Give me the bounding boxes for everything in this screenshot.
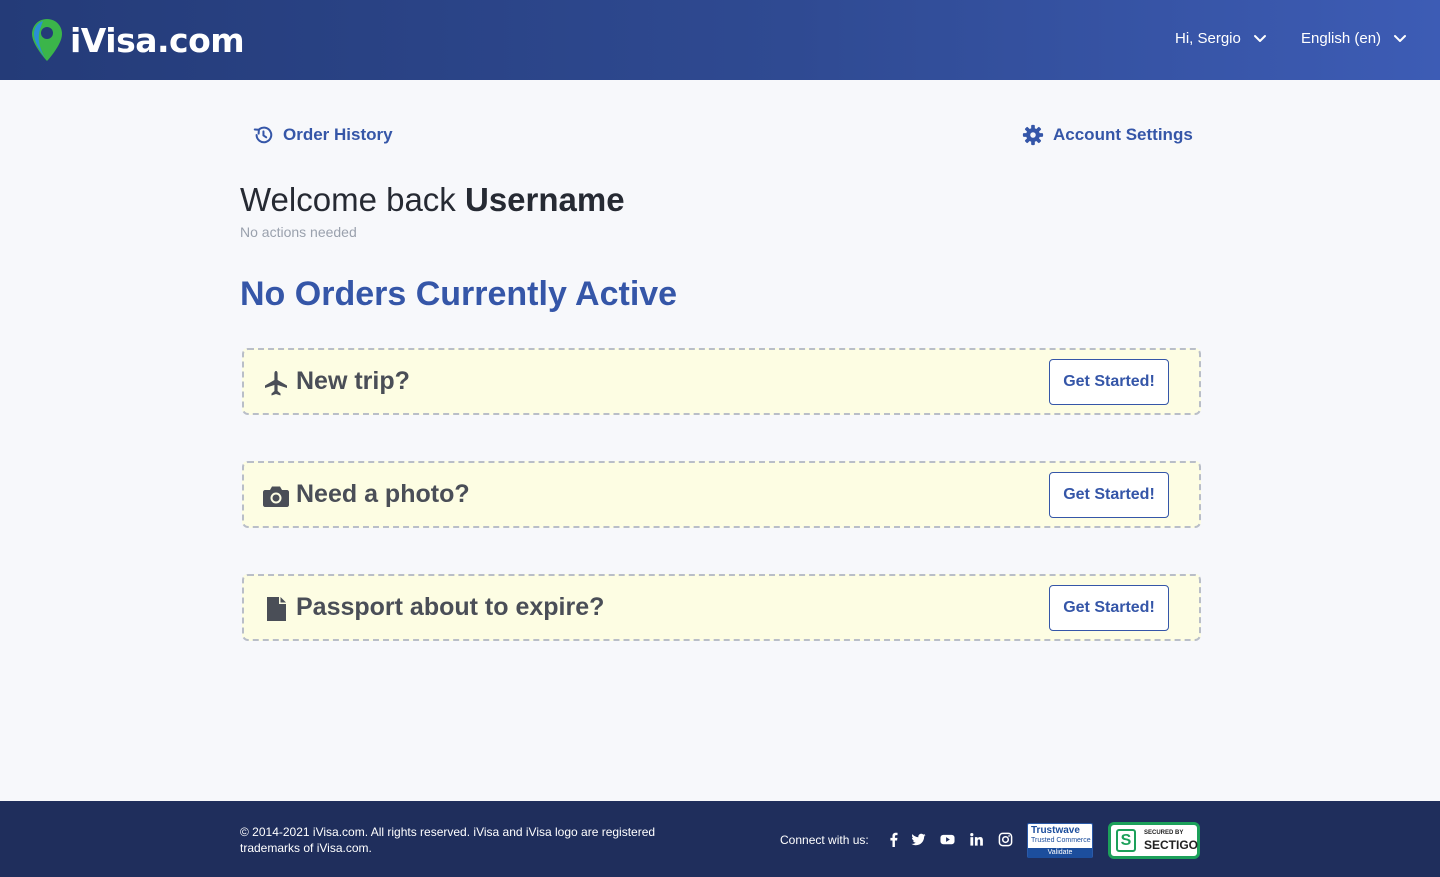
gear-icon <box>1022 124 1044 146</box>
chevron-down-icon <box>1253 34 1266 42</box>
footer: © 2014-2021 iVisa.com. All rights reserv… <box>0 801 1440 877</box>
trustwave-title: Trustwave <box>1031 825 1080 836</box>
youtube-icon[interactable] <box>940 832 955 847</box>
order-history-link[interactable]: Order History <box>252 124 393 146</box>
account-settings-link[interactable]: Account Settings <box>1022 124 1193 146</box>
user-menu[interactable]: Hi, Sergio <box>1175 30 1267 47</box>
card-title: Passport about to expire? <box>296 593 605 621</box>
user-menu-label: Hi, Sergio <box>1175 30 1241 47</box>
document-icon <box>267 597 286 621</box>
top-header: iVisa.com Hi, Sergio English (en) <box>0 0 1440 80</box>
copyright-text: © 2014-2021 iVisa.com. All rights reserv… <box>240 825 656 855</box>
camera-icon <box>263 486 289 507</box>
history-icon <box>253 126 273 144</box>
instagram-icon[interactable] <box>998 832 1013 847</box>
connect-label: Connect with us: <box>780 833 869 847</box>
passport-card: Passport about to expire? Get Started! <box>242 574 1201 641</box>
language-label: English (en) <box>1301 30 1382 47</box>
sectigo-name: SECTIGO <box>1144 838 1199 852</box>
airplane-icon <box>265 371 287 396</box>
welcome-subtext: No actions needed <box>240 224 357 240</box>
get-started-button[interactable]: Get Started! <box>1049 585 1169 631</box>
photo-card: Need a photo? Get Started! <box>242 461 1201 528</box>
account-settings-label: Account Settings <box>1053 125 1193 144</box>
sectigo-logo-icon: S <box>1116 829 1136 852</box>
new-trip-card: New trip? Get Started! <box>242 348 1201 415</box>
get-started-button[interactable]: Get Started! <box>1049 472 1169 518</box>
location-pin-logo-icon <box>32 19 62 61</box>
ivisa-logo[interactable]: iVisa.com <box>30 17 245 63</box>
chevron-down-icon <box>1394 34 1407 42</box>
trustwave-badge[interactable]: Trustwave Trusted Commerce Validate <box>1027 823 1093 858</box>
logo-text: iVisa.com <box>70 20 245 60</box>
welcome-heading: Welcome back Username <box>240 181 625 219</box>
orders-status-title: No Orders Currently Active <box>240 275 678 313</box>
language-selector[interactable]: English (en) <box>1301 30 1407 47</box>
twitter-icon[interactable] <box>911 832 926 847</box>
linkedin-icon[interactable] <box>969 832 984 847</box>
card-title: New trip? <box>296 367 410 395</box>
welcome-username: Username <box>464 181 625 218</box>
get-started-button[interactable]: Get Started! <box>1049 359 1169 405</box>
order-history-label: Order History <box>283 125 393 144</box>
card-title: Need a photo? <box>296 480 470 508</box>
trustwave-subtitle: Trusted Commerce <box>1031 837 1091 844</box>
trustwave-validate: Validate <box>1028 848 1092 858</box>
facebook-icon[interactable] <box>886 832 901 847</box>
sectigo-badge[interactable]: S SECURED BY SECTIGO <box>1108 822 1200 859</box>
welcome-prefix: Welcome back <box>240 181 465 218</box>
sectigo-secured-by: SECURED BY <box>1144 830 1184 836</box>
